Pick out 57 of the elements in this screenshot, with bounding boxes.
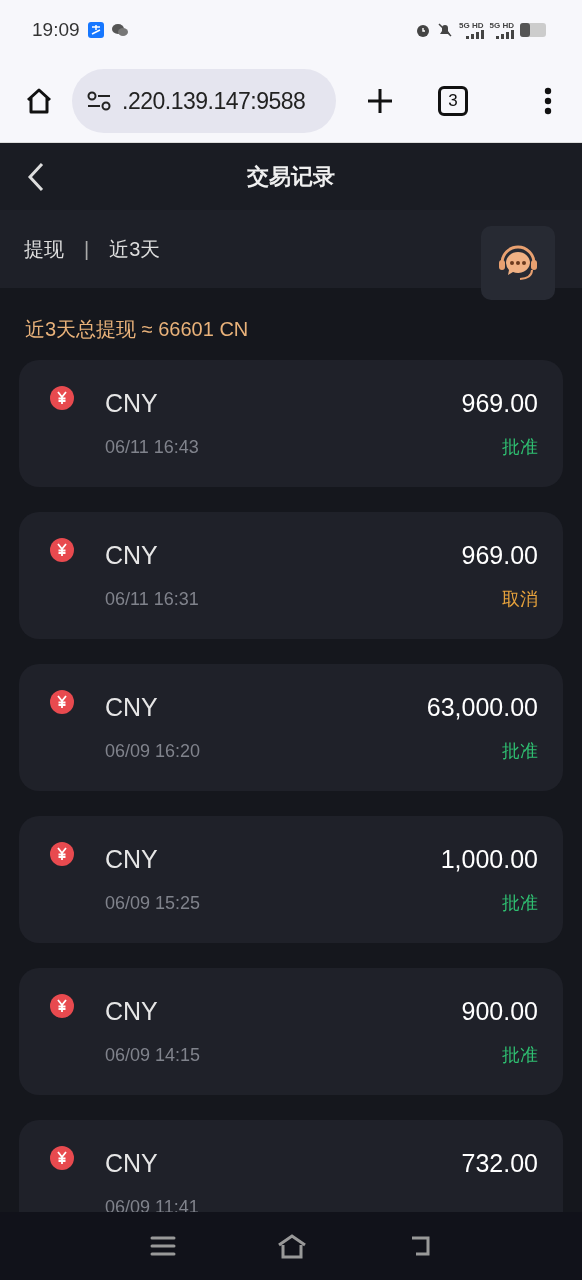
status-text: 批准 <box>502 1044 538 1067</box>
chevron-left-icon <box>27 162 45 192</box>
currency-label: CNY <box>105 996 159 1026</box>
amount-text: 969.00 <box>461 540 538 570</box>
clock-time: 19:09 <box>32 17 80 42</box>
amount-text: 63,000.00 <box>426 692 538 722</box>
currency-label: CNY <box>105 1148 159 1178</box>
amount-text: 969.00 <box>461 388 538 418</box>
network-label: 5G HD <box>489 21 514 30</box>
plus-icon <box>366 87 394 115</box>
transaction-time: 06/09 16:20 <box>105 740 201 763</box>
chat-icon <box>111 23 128 37</box>
range-filter[interactable]: 近3天 <box>109 234 161 264</box>
page-title: 交易记录 <box>247 163 335 191</box>
status-text: 批准 <box>502 436 538 459</box>
transaction-card[interactable]: CNY 06/11 16:43 969.00 批准 <box>19 360 563 487</box>
transaction-card[interactable]: CNY 06/09 16:20 63,000.00 批准 <box>19 664 563 791</box>
status-text: 取消 <box>502 588 538 611</box>
currency-label: CNY <box>105 540 159 570</box>
battery-icon <box>520 23 548 37</box>
transaction-card[interactable]: CNY 06/09 14:15 900.00 批准 <box>19 968 563 1095</box>
yen-icon <box>50 538 74 562</box>
yen-icon <box>50 842 74 866</box>
transaction-card[interactable]: CNY 06/09 15:25 1,000.00 批准 <box>19 816 563 943</box>
yen-icon <box>50 690 74 714</box>
site-settings-icon[interactable] <box>86 90 112 112</box>
transaction-time: 06/11 16:31 <box>105 588 199 611</box>
amount-text: 900.00 <box>461 996 538 1026</box>
currency-label: CNY <box>105 844 159 874</box>
currency-label: CNY <box>105 692 159 722</box>
address-bar[interactable]: .220.139.147:9588 <box>72 69 336 133</box>
more-icon <box>544 87 552 115</box>
support-button[interactable] <box>481 226 555 300</box>
yen-icon <box>50 386 74 410</box>
status-text: 批准 <box>502 740 538 763</box>
currency-label: CNY <box>105 388 159 418</box>
app-icon <box>87 22 104 38</box>
yen-icon <box>50 994 74 1018</box>
summary-text: 近3天总提现 ≈ 66601 CN <box>25 317 250 342</box>
type-filter[interactable]: 提现 <box>24 234 64 264</box>
tab-count-button[interactable]: 3 <box>438 86 468 116</box>
transaction-time: 06/11 16:43 <box>105 436 199 459</box>
amount-text: 1,000.00 <box>440 844 538 874</box>
home-icon[interactable] <box>276 1233 308 1259</box>
status-text: 批准 <box>502 892 538 915</box>
alarm-icon <box>415 22 432 38</box>
transaction-time: 06/09 15:25 <box>105 892 201 915</box>
transaction-time: 06/09 14:15 <box>105 1044 201 1067</box>
menu-icon[interactable] <box>150 1236 176 1256</box>
filter-separator: | <box>84 237 90 262</box>
headset-chat-icon <box>496 243 540 283</box>
url-text: .220.139.147:9588 <box>122 86 306 116</box>
transaction-card[interactable]: CNY 06/11 16:31 969.00 取消 <box>19 512 563 639</box>
network-label: 5G HD <box>459 21 484 30</box>
bell-muted-icon <box>437 22 454 38</box>
yen-icon <box>50 1146 74 1170</box>
amount-text: 732.00 <box>461 1148 538 1178</box>
